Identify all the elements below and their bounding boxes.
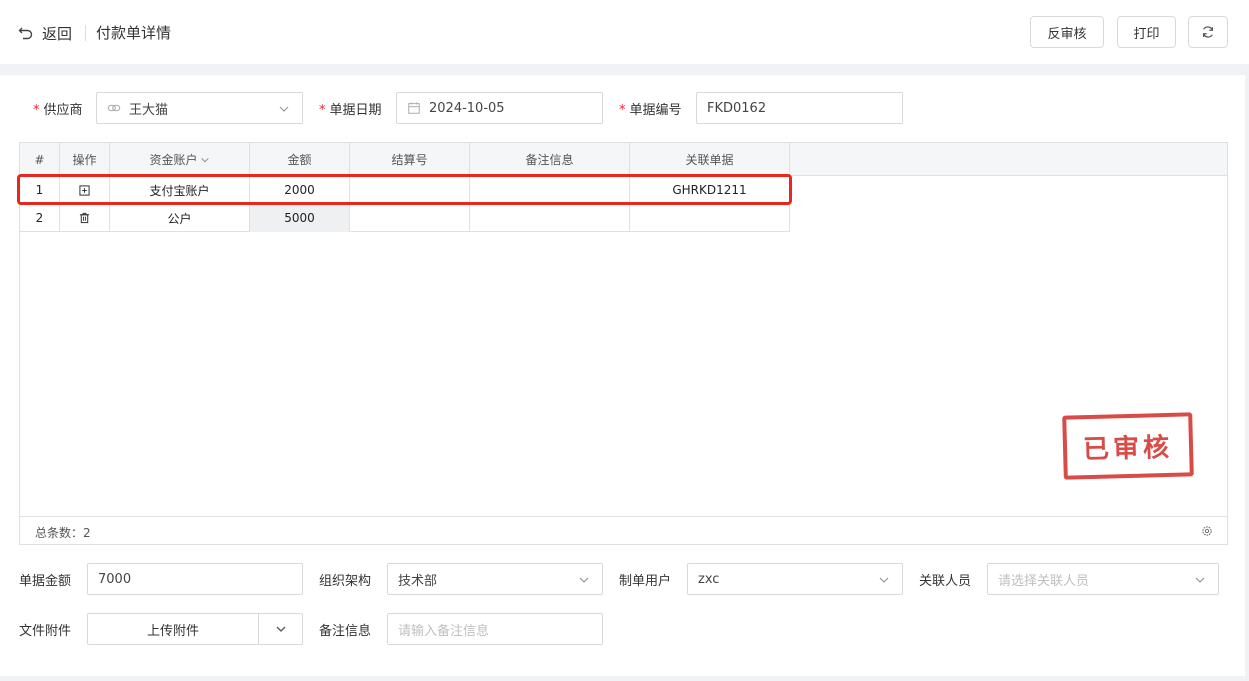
doc-date-value: 2024-10-05 <box>429 100 505 116</box>
creator-label: 制单用户 <box>619 574 672 589</box>
refresh-icon <box>1203 26 1213 38</box>
doc-date-picker[interactable]: 2024-10-05 <box>396 92 603 124</box>
col-header-account-label: 资金账户 <box>149 153 198 167</box>
add-row-button[interactable] <box>60 176 110 204</box>
undo-arrow-icon <box>18 27 33 40</box>
required-mark: * <box>619 103 626 118</box>
col-header-remark: 备注信息 <box>470 143 630 176</box>
col-header-account[interactable]: 资金账户 <box>110 143 250 176</box>
total-count: 总条数：2 <box>35 524 91 541</box>
org-select[interactable]: 技术部 <box>387 563 603 595</box>
creator-select[interactable]: zxc <box>687 563 903 595</box>
doc-no-input[interactable]: FKD0162 <box>696 92 903 124</box>
related-person-select[interactable]: 请选择关联人员 <box>987 563 1219 595</box>
unapprove-button[interactable]: 反审核 <box>1030 16 1104 48</box>
supplier-label: * 供应商 <box>33 99 83 118</box>
supplier-value: 王大猫 <box>129 102 169 118</box>
remark-placeholder: 请输入备注信息 <box>398 623 490 639</box>
back-button[interactable]: 返回 <box>18 22 72 44</box>
chevron-down-icon <box>579 577 589 583</box>
refresh-button[interactable] <box>1188 16 1228 48</box>
row-settle-no[interactable] <box>350 204 470 232</box>
row-index: 2 <box>20 204 60 232</box>
doc-date-label-text: 单据日期 <box>329 103 382 118</box>
required-mark: * <box>33 103 40 118</box>
org-label: 组织架构 <box>319 574 372 589</box>
col-header-settle-no: 结算号 <box>350 143 470 176</box>
row-amount[interactable]: 5000 <box>250 204 350 232</box>
col-header-action: 操作 <box>60 143 110 176</box>
chevron-down-icon <box>276 626 285 632</box>
row-index: 1 <box>20 176 60 204</box>
calendar-icon <box>408 102 420 114</box>
link-icon <box>107 104 121 112</box>
right-scroll-band <box>1245 64 1249 681</box>
header-band <box>0 64 1249 75</box>
doc-date-label: * 单据日期 <box>319 99 382 118</box>
amount-value: 7000 <box>98 571 132 587</box>
back-label: 返回 <box>42 24 73 43</box>
gear-icon[interactable] <box>1201 525 1213 537</box>
delete-row-button[interactable] <box>60 204 110 232</box>
amount-input[interactable]: 7000 <box>87 563 303 595</box>
table-footer: 总条数：2 <box>20 516 1227 544</box>
header-divider <box>85 25 86 41</box>
doc-no-label-text: 单据编号 <box>629 103 682 118</box>
bottom-band <box>0 676 1249 681</box>
row-account[interactable]: 支付宝账户 <box>110 176 250 204</box>
approved-stamp: 已审核 <box>1062 412 1194 480</box>
total-value: 2 <box>83 526 91 540</box>
amount-label: 单据金额 <box>19 574 72 589</box>
row-related-doc[interactable] <box>630 204 790 232</box>
required-mark: * <box>319 103 326 118</box>
plus-square-icon <box>79 184 90 196</box>
doc-no-label: * 单据编号 <box>619 99 682 118</box>
table-header: # 操作 资金账户 金额 结算号 备注信息 关联单据 <box>20 143 1227 176</box>
remark-input[interactable]: 请输入备注信息 <box>387 613 603 645</box>
chevron-down-icon <box>200 157 209 162</box>
related-person-placeholder: 请选择关联人员 <box>998 573 1090 589</box>
col-header-related-doc: 关联单据 <box>630 143 790 176</box>
attachment-label: 文件附件 <box>19 624 72 639</box>
total-label: 总条数： <box>35 526 84 540</box>
row-related-doc[interactable]: GHRKD1211 <box>630 176 790 204</box>
creator-value: zxc <box>698 571 720 587</box>
chevron-down-icon <box>1195 577 1205 583</box>
remark-label: 备注信息 <box>319 624 372 639</box>
trash-icon <box>79 212 90 224</box>
page-title: 付款单详情 <box>96 24 172 42</box>
page-header: 返回 付款单详情 反审核 打印 <box>0 0 1249 64</box>
row-amount[interactable]: 2000 <box>250 176 350 204</box>
row-remark[interactable] <box>470 204 630 232</box>
row-account[interactable]: 公户 <box>110 204 250 232</box>
row-settle-no[interactable] <box>350 176 470 204</box>
print-button[interactable]: 打印 <box>1117 16 1176 48</box>
upload-button[interactable]: 上传附件 <box>88 614 259 644</box>
row-remark[interactable] <box>470 176 630 204</box>
chevron-down-icon <box>879 577 889 583</box>
payment-table: # 操作 资金账户 金额 结算号 备注信息 关联单据 1 支付宝账户 2000 … <box>19 142 1228 545</box>
org-value: 技术部 <box>398 573 438 589</box>
table-row[interactable]: 2 公户 5000 <box>20 204 790 232</box>
upload-dropdown-button[interactable] <box>259 614 302 644</box>
chevron-down-icon <box>279 106 289 112</box>
attachment-upload: 上传附件 <box>87 613 303 645</box>
related-person-label: 关联人员 <box>919 574 972 589</box>
col-header-index: # <box>20 143 60 176</box>
col-header-amount: 金额 <box>250 143 350 176</box>
supplier-select[interactable]: 王大猫 <box>96 92 303 124</box>
table-row[interactable]: 1 支付宝账户 2000 GHRKD1211 <box>20 176 790 204</box>
supplier-label-text: 供应商 <box>43 103 83 118</box>
doc-no-value: FKD0162 <box>707 100 767 116</box>
